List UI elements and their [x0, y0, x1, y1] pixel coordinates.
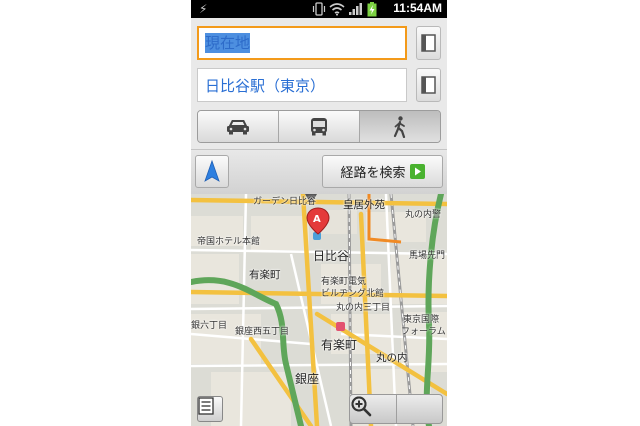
navigation-arrow-icon: [204, 159, 220, 182]
map-label-yurakucho-chome: 有楽町: [249, 269, 281, 281]
map-label-ginza: 銀座: [295, 372, 320, 386]
zoom-in-icon: [351, 396, 372, 417]
status-bar: ⚡ 11:54AM: [191, 0, 447, 18]
map-label-teikoku: 帝国ホテル本館: [197, 237, 261, 247]
route-search-label: 経路を検索: [340, 166, 406, 181]
go-arrow-icon: [409, 164, 425, 179]
mode-transit-button[interactable]: [279, 111, 360, 142]
phone-screen: ⚡ 11:54AM 現在地 日比谷駅（東京） 経路を検索 A ガーデン日比谷 皇…: [191, 0, 447, 426]
map-label-garden: ガーデン日比谷: [253, 197, 317, 207]
map-label-marunouchi: 丸の内警: [405, 210, 442, 220]
walk-icon: [393, 115, 406, 138]
map-label-bldg-north: ビルヂング北館: [321, 289, 385, 299]
origin-input[interactable]: 現在地: [197, 26, 407, 60]
status-icons: [312, 1, 377, 17]
map-label-marunouchi3: 丸の内三丁目: [336, 303, 391, 313]
wifi-icon: [329, 3, 345, 16]
signal-icon: [349, 3, 362, 15]
bookmark-icon: [421, 34, 436, 52]
action-bar: 経路を検索: [191, 149, 447, 195]
destination-row: 日比谷駅（東京）: [197, 68, 441, 104]
map-label-hibiya: 日比谷: [313, 249, 350, 263]
bookmark-icon: [421, 76, 436, 94]
map-tiles: [191, 194, 447, 426]
list-icon: [198, 397, 214, 415]
map-view[interactable]: A ガーデン日比谷 皇居外苑 丸の内警 帝国ホテル本館 日比谷 馬場先門 有楽町…: [191, 194, 447, 426]
battery-charging-icon: [367, 1, 377, 16]
map-label-babasaki: 馬場先門: [409, 251, 446, 261]
origin-bookmark-button[interactable]: [416, 26, 441, 60]
map-label-ginza6: 銀六丁目: [191, 321, 228, 331]
bus-icon: [311, 117, 327, 135]
zoom-in-button[interactable]: [351, 395, 443, 423]
travel-mode-selector: [197, 110, 441, 143]
map-label-kokyo: 皇居外苑: [343, 199, 385, 211]
vibrate-icon: [312, 2, 326, 16]
map-label-yurakucho-station: 有楽町: [321, 338, 358, 352]
car-icon: [227, 119, 249, 134]
map-label-ginza5: 銀座西五丁目: [235, 327, 290, 337]
origin-input-text: 現在地: [205, 33, 251, 53]
destination-input[interactable]: 日比谷駅（東京）: [197, 68, 407, 102]
usb-icon: ⚡: [199, 2, 208, 16]
route-search-button[interactable]: 経路を検索: [322, 155, 443, 188]
mode-car-button[interactable]: [198, 111, 279, 142]
origin-row: 現在地: [197, 26, 441, 62]
clock: 11:54AM: [393, 1, 442, 15]
my-location-button[interactable]: [195, 155, 229, 188]
destination-bookmark-button[interactable]: [416, 68, 441, 102]
map-label-marunouchi-station: 丸の内: [376, 352, 408, 364]
mode-walk-button[interactable]: [360, 111, 440, 142]
zoom-controls: [349, 394, 443, 424]
marker-label: A: [313, 214, 321, 225]
map-label-forum: フォーラム: [401, 327, 446, 337]
menu-button[interactable]: [197, 396, 223, 422]
